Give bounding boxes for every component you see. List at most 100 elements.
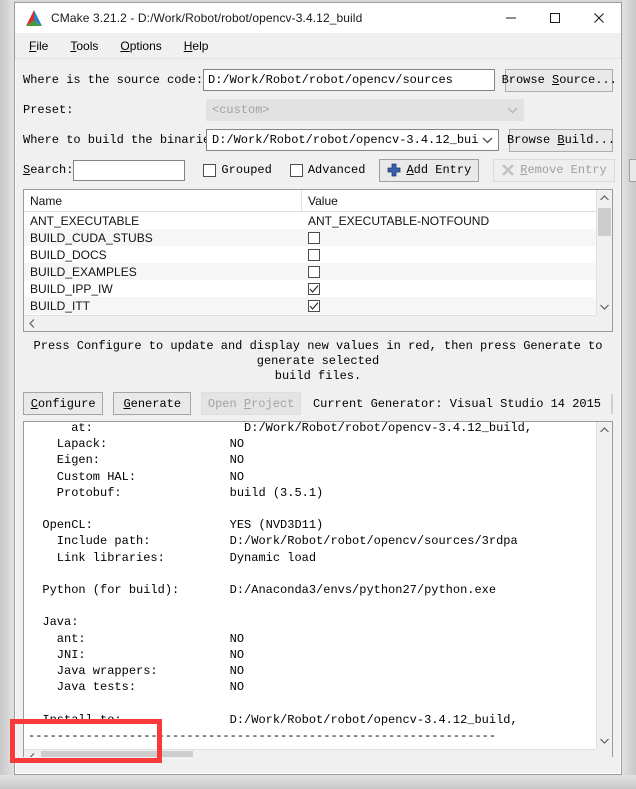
binaries-input-value: D:/Work/Robot/robot/opencv-3.4.12_build [212,133,478,147]
checkbox-unchecked-icon[interactable] [308,265,320,278]
minimize-button[interactable] [489,3,533,33]
preset-dropdown[interactable]: <custom> [206,99,524,121]
table-vertical-scrollbar[interactable] [596,190,612,315]
close-button[interactable] [577,3,621,33]
cache-entry-name: BUILD_CUDA_STUBS [30,230,153,245]
binaries-input[interactable]: D:/Work/Robot/robot/opencv-3.4.12_build [206,129,499,151]
checkbox-unchecked-icon[interactable] [308,248,320,261]
window-title: CMake 3.21.2 - D:/Work/Robot/robot/openc… [51,11,363,25]
scroll-down-arrow-icon[interactable] [597,299,612,315]
browse-source-button[interactable]: Browse Source... [502,68,617,92]
remove-entry-label: Remove Entry [520,163,607,177]
app-root: CMake 3.21.2 - D:/Work/Robot/robot/openc… [0,0,636,789]
table-hscroll-track[interactable] [40,315,596,331]
binaries-label: Where to build the binaries: [23,133,225,147]
scroll-up-arrow-icon[interactable] [597,190,612,206]
menu-help[interactable]: Help [184,39,209,53]
menu-tools[interactable]: Tools [70,39,98,53]
source-row: Where is the source code: D:/Work/Robot/… [23,67,617,93]
checkbox-unchecked-icon[interactable] [308,231,320,244]
log-scroll-down-arrow-icon[interactable] [597,733,612,749]
close-icon [594,13,604,23]
table-body: ANT_EXECUTABLE ANT_EXECUTABLE-NOTFOUND BUI… [24,212,612,331]
preset-row: Preset: <custom> [23,97,613,123]
browse-build-label: Browse Build... [506,133,616,147]
minimize-icon [506,17,516,19]
browse-build-button[interactable]: Browse Build... [506,128,616,152]
grouped-checkbox[interactable]: Grouped [203,163,272,177]
column-header-value[interactable]: Value [302,190,612,211]
menu-options[interactable]: Options [120,39,161,53]
cache-entry-name: BUILD_DOCS [30,247,107,262]
window-controls [489,3,621,33]
add-entry-button[interactable]: Add Entry [379,158,480,182]
status-bar [16,757,620,773]
add-entry-label: Add Entry [406,163,472,177]
log-output-text: at: D:/Work/Robot/robot/opencv-3.4.12_bu… [28,421,533,765]
cache-entry-value[interactable] [302,231,612,244]
configure-label: Configure [30,396,96,411]
table-row[interactable]: BUILD_EXAMPLES [24,263,612,280]
chevron-down-icon [503,107,521,114]
preset-value: <custom> [212,103,270,117]
advanced-checkbox[interactable]: Advanced [289,163,366,177]
cache-entry-value[interactable] [302,248,612,261]
log-vertical-scrollbar[interactable] [596,422,612,749]
cache-entry-value[interactable] [302,282,612,295]
column-header-name[interactable]: Name [24,190,302,211]
table-row[interactable]: BUILD_CUDA_STUBS [24,229,612,246]
generate-button[interactable]: Generate [113,392,192,415]
window-bottom-shadow [0,775,636,789]
cache-entries-table: Name Value ANT_EXECUTABLE ANT_EXECUTABLE-… [23,189,613,332]
cmake-window: CMake 3.21.2 - D:/Work/Robot/robot/openc… [14,2,636,775]
remove-x-icon [502,164,515,176]
advanced-label: Advanced [307,163,366,177]
source-label: Where is the source code: [23,73,204,87]
configure-button[interactable]: Configure [23,392,104,415]
log-output-panel[interactable]: at: D:/Work/Robot/robot/opencv-3.4.12_bu… [23,421,613,766]
log-scroll-up-arrow-icon[interactable] [597,422,612,438]
cache-entry-name: ANT_EXECUTABLE [30,213,140,228]
search-label: Search: [23,163,74,177]
binaries-row: Where to build the binaries: D:/Work/Rob… [23,127,616,153]
preset-label: Preset: [23,103,74,117]
window-left-shadow [0,0,14,789]
table-horizontal-scrollbar[interactable] [24,315,612,331]
maximize-icon [550,13,560,23]
cache-entry-value[interactable] [302,299,612,312]
table-header: Name Value [24,190,612,212]
remove-entry-button[interactable]: Remove Entry [493,158,615,182]
configure-hint: Press Configure to update and display ne… [25,339,611,384]
table-scroll-corner [596,315,612,331]
environment-button[interactable]: Environment... [628,158,636,182]
cache-entry-value[interactable] [302,265,612,278]
hint-line: build files. [274,369,362,383]
table-row[interactable]: BUILD_DOCS [24,246,612,263]
table-row[interactable]: BUILD_ITT [24,297,612,314]
menu-file[interactable]: File [29,39,48,53]
table-row[interactable]: ANT_EXECUTABLE ANT_EXECUTABLE-NOTFOUND [24,212,612,229]
open-project-button[interactable]: Open Project [201,392,301,415]
chevron-down-icon[interactable] [478,137,496,144]
checkbox-checked-icon[interactable] [308,299,320,312]
cache-entry-value[interactable]: ANT_EXECUTABLE-NOTFOUND [302,214,612,228]
plus-icon [388,163,401,177]
cmake-logo-icon [26,10,42,26]
grouped-checkbox-box [203,163,217,177]
hint-line: Press Configure to update and display ne… [33,339,603,368]
generate-label: Generate [123,396,182,411]
checkbox-checked-icon[interactable] [308,282,320,295]
advanced-checkbox-box [289,163,303,177]
table-row[interactable]: BUILD_IPP_IW [24,280,612,297]
path-form: Where is the source code: D:/Work/Robot/… [15,59,636,187]
table-scroll-thumb[interactable] [598,208,611,236]
current-generator-text: Current Generator: Visual Studio 14 2015 [312,396,601,411]
source-input[interactable]: D:/Work/Robot/robot/opencv/sources [203,69,496,91]
search-row: Search: Grouped Advanced Add Entry Remov… [23,157,636,183]
search-input[interactable] [73,159,186,181]
menu-bar: File Tools Options Help [15,33,621,59]
scroll-left-arrow-icon[interactable] [24,319,40,328]
grouped-label: Grouped [221,163,272,177]
maximize-button[interactable] [533,3,577,33]
window-right-shadow [622,0,636,789]
